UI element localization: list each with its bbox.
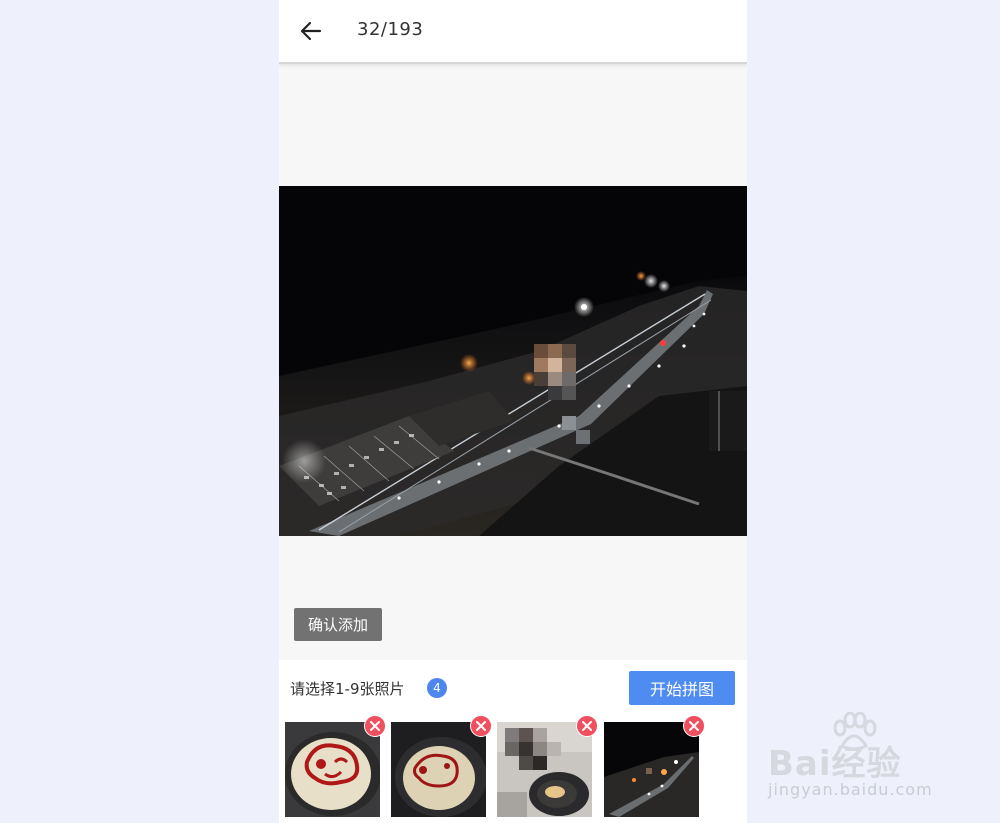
close-icon (582, 721, 592, 731)
thumbnail-2[interactable] (391, 715, 492, 817)
start-collage-button[interactable]: 开始拼图 (629, 671, 735, 705)
night-city-thumbnail (604, 722, 699, 817)
remove-thumbnail-button[interactable] (364, 715, 386, 737)
selection-panel: 请选择1-9张照片 4 开始拼图 (279, 660, 747, 823)
photo-counter: 32/193 (357, 19, 424, 40)
pan-blurred-thumbnail (497, 722, 592, 817)
remove-thumbnail-button[interactable] (576, 715, 598, 737)
watermark-brand: Bai经验 (768, 744, 902, 784)
confirm-add-button[interactable]: 确认添加 (294, 608, 382, 641)
night-city-image (279, 186, 747, 536)
close-icon (689, 721, 699, 731)
baidu-jingyan-watermark: Bai经验 jingyan.baidu.com (760, 712, 960, 807)
watermark-url: jingyan.baidu.com (768, 780, 933, 799)
close-icon (370, 721, 380, 731)
selected-count-badge: 4 (427, 678, 447, 698)
thumbnail-4[interactable] (604, 715, 705, 817)
thumbnail-3[interactable] (497, 715, 598, 817)
thumbnail-1[interactable] (285, 715, 386, 817)
arrow-left-icon (300, 21, 322, 41)
remove-thumbnail-button[interactable] (683, 715, 705, 737)
top-bar: 32/193 (279, 0, 747, 64)
selection-hint: 请选择1-9张照片 (290, 680, 405, 698)
phone-screen: 32/193 确认添加 请选择1-9张照片 4 开始拼图 (279, 0, 747, 823)
pancake-ketchup-thumbnail (285, 722, 380, 817)
close-icon (476, 721, 486, 731)
back-button[interactable] (295, 15, 327, 47)
remove-thumbnail-button[interactable] (470, 715, 492, 737)
pancake-ketchup-thumbnail (391, 722, 486, 817)
photo-preview[interactable] (279, 186, 747, 536)
